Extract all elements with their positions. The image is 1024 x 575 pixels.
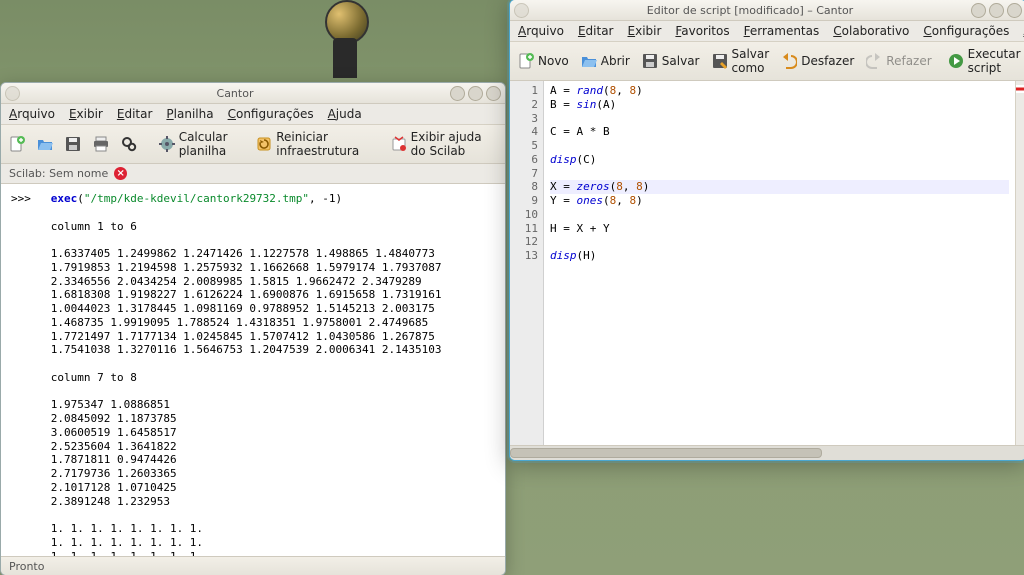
open-button[interactable] [33, 134, 57, 154]
horizontal-scrollbar[interactable] [510, 445, 1024, 460]
status-text: Pronto [9, 560, 44, 573]
titlebar[interactable]: Editor de script [modificado] – Cantor [510, 0, 1024, 21]
scrollbar-thumb[interactable] [510, 448, 822, 458]
toolbar: Novo Abrir Salvar Salvar como Desfazer R… [510, 42, 1024, 81]
script-editor-window[interactable]: Editor de script [modificado] – Cantor A… [509, 0, 1024, 461]
new-button[interactable] [5, 134, 29, 154]
save-button[interactable]: Salvar [638, 51, 704, 71]
restart-backend-label: Reiniciar infraestrutura [276, 130, 369, 158]
menu-configuracoes[interactable]: Configurações [228, 107, 314, 121]
menu-arquivo[interactable]: Arquivo [518, 24, 564, 38]
path-bar: Scilab: Sem nome × [1, 164, 505, 184]
menubar: Arquivo Editar Exibir Favoritos Ferramen… [510, 21, 1024, 42]
app-icon [5, 86, 20, 101]
scilab-help-label: Exibir ajuda do Scilab [411, 130, 497, 158]
menu-arquivo[interactable]: Arquivo [9, 107, 55, 121]
line-gutter: 12345678910111213 [510, 81, 544, 445]
save-label: Salvar [662, 54, 700, 68]
new-label: Novo [538, 54, 569, 68]
menu-planilha[interactable]: Planilha [166, 107, 213, 121]
save-as-label: Salvar como [732, 47, 770, 75]
minimize-button[interactable] [971, 3, 986, 18]
menu-colaborativo[interactable]: Colaborativo [833, 24, 909, 38]
titlebar[interactable]: Cantor [1, 83, 505, 104]
close-button[interactable] [486, 86, 501, 101]
print-button[interactable] [89, 134, 113, 154]
menu-ajuda[interactable]: Ajuda [328, 107, 362, 121]
minimap-strip [1015, 81, 1024, 445]
redo-button: Refazer [862, 51, 935, 71]
undo-button[interactable]: Desfazer [777, 51, 858, 71]
close-button[interactable] [1007, 3, 1022, 18]
menu-favoritos[interactable]: Favoritos [675, 24, 729, 38]
undo-label: Desfazer [801, 54, 854, 68]
maximize-button[interactable] [989, 3, 1004, 18]
code-area[interactable]: A = rand(8, 8)B = sin(A) C = A * B disp(… [544, 81, 1015, 445]
editor-body: 12345678910111213 A = rand(8, 8)B = sin(… [510, 81, 1024, 445]
app-icon [514, 3, 529, 18]
worksheet[interactable]: >>> exec("/tmp/kde-kdevil/cantork29732.t… [1, 184, 505, 556]
maximize-button[interactable] [468, 86, 483, 101]
menu-editar[interactable]: Editar [578, 24, 614, 38]
menu-exibir[interactable]: Exibir [69, 107, 103, 121]
session-name: Scilab: Sem nome [9, 167, 108, 180]
calc-sheet-label: Calcular planilha [179, 130, 245, 158]
window-title: Cantor [20, 87, 450, 100]
restart-backend-button[interactable]: Reiniciar infraestrutura [252, 128, 373, 160]
toolbar: Calcular planilha Reiniciar infraestrutu… [1, 125, 505, 164]
save-button[interactable] [61, 134, 85, 154]
close-session-icon[interactable]: × [114, 167, 127, 180]
menu-configuracoes[interactable]: Configurações [923, 24, 1009, 38]
open-label: Abrir [601, 54, 630, 68]
locale-flag-icon [1016, 85, 1024, 93]
scilab-help-button[interactable]: Exibir ajuda do Scilab [387, 128, 501, 160]
save-as-button[interactable]: Salvar como [708, 45, 774, 77]
open-button[interactable]: Abrir [577, 51, 634, 71]
cantor-window[interactable]: Cantor Arquivo Exibir Editar Planilha Co… [0, 82, 506, 575]
window-title: Editor de script [modificado] – Cantor [529, 4, 971, 17]
new-button[interactable]: Novo [514, 51, 573, 71]
redo-label: Refazer [886, 54, 931, 68]
menu-ferramentas[interactable]: Ferramentas [744, 24, 820, 38]
statusbar: Pronto [1, 556, 505, 575]
find-button[interactable] [117, 134, 141, 154]
menubar: Arquivo Exibir Editar Planilha Configura… [1, 104, 505, 125]
menu-editar[interactable]: Editar [117, 107, 153, 121]
run-script-label: Executar script [968, 47, 1021, 75]
minimize-button[interactable] [450, 86, 465, 101]
run-script-button[interactable]: Executar script [944, 45, 1024, 77]
calc-sheet-button[interactable]: Calcular planilha [155, 128, 249, 160]
menu-exibir[interactable]: Exibir [628, 24, 662, 38]
